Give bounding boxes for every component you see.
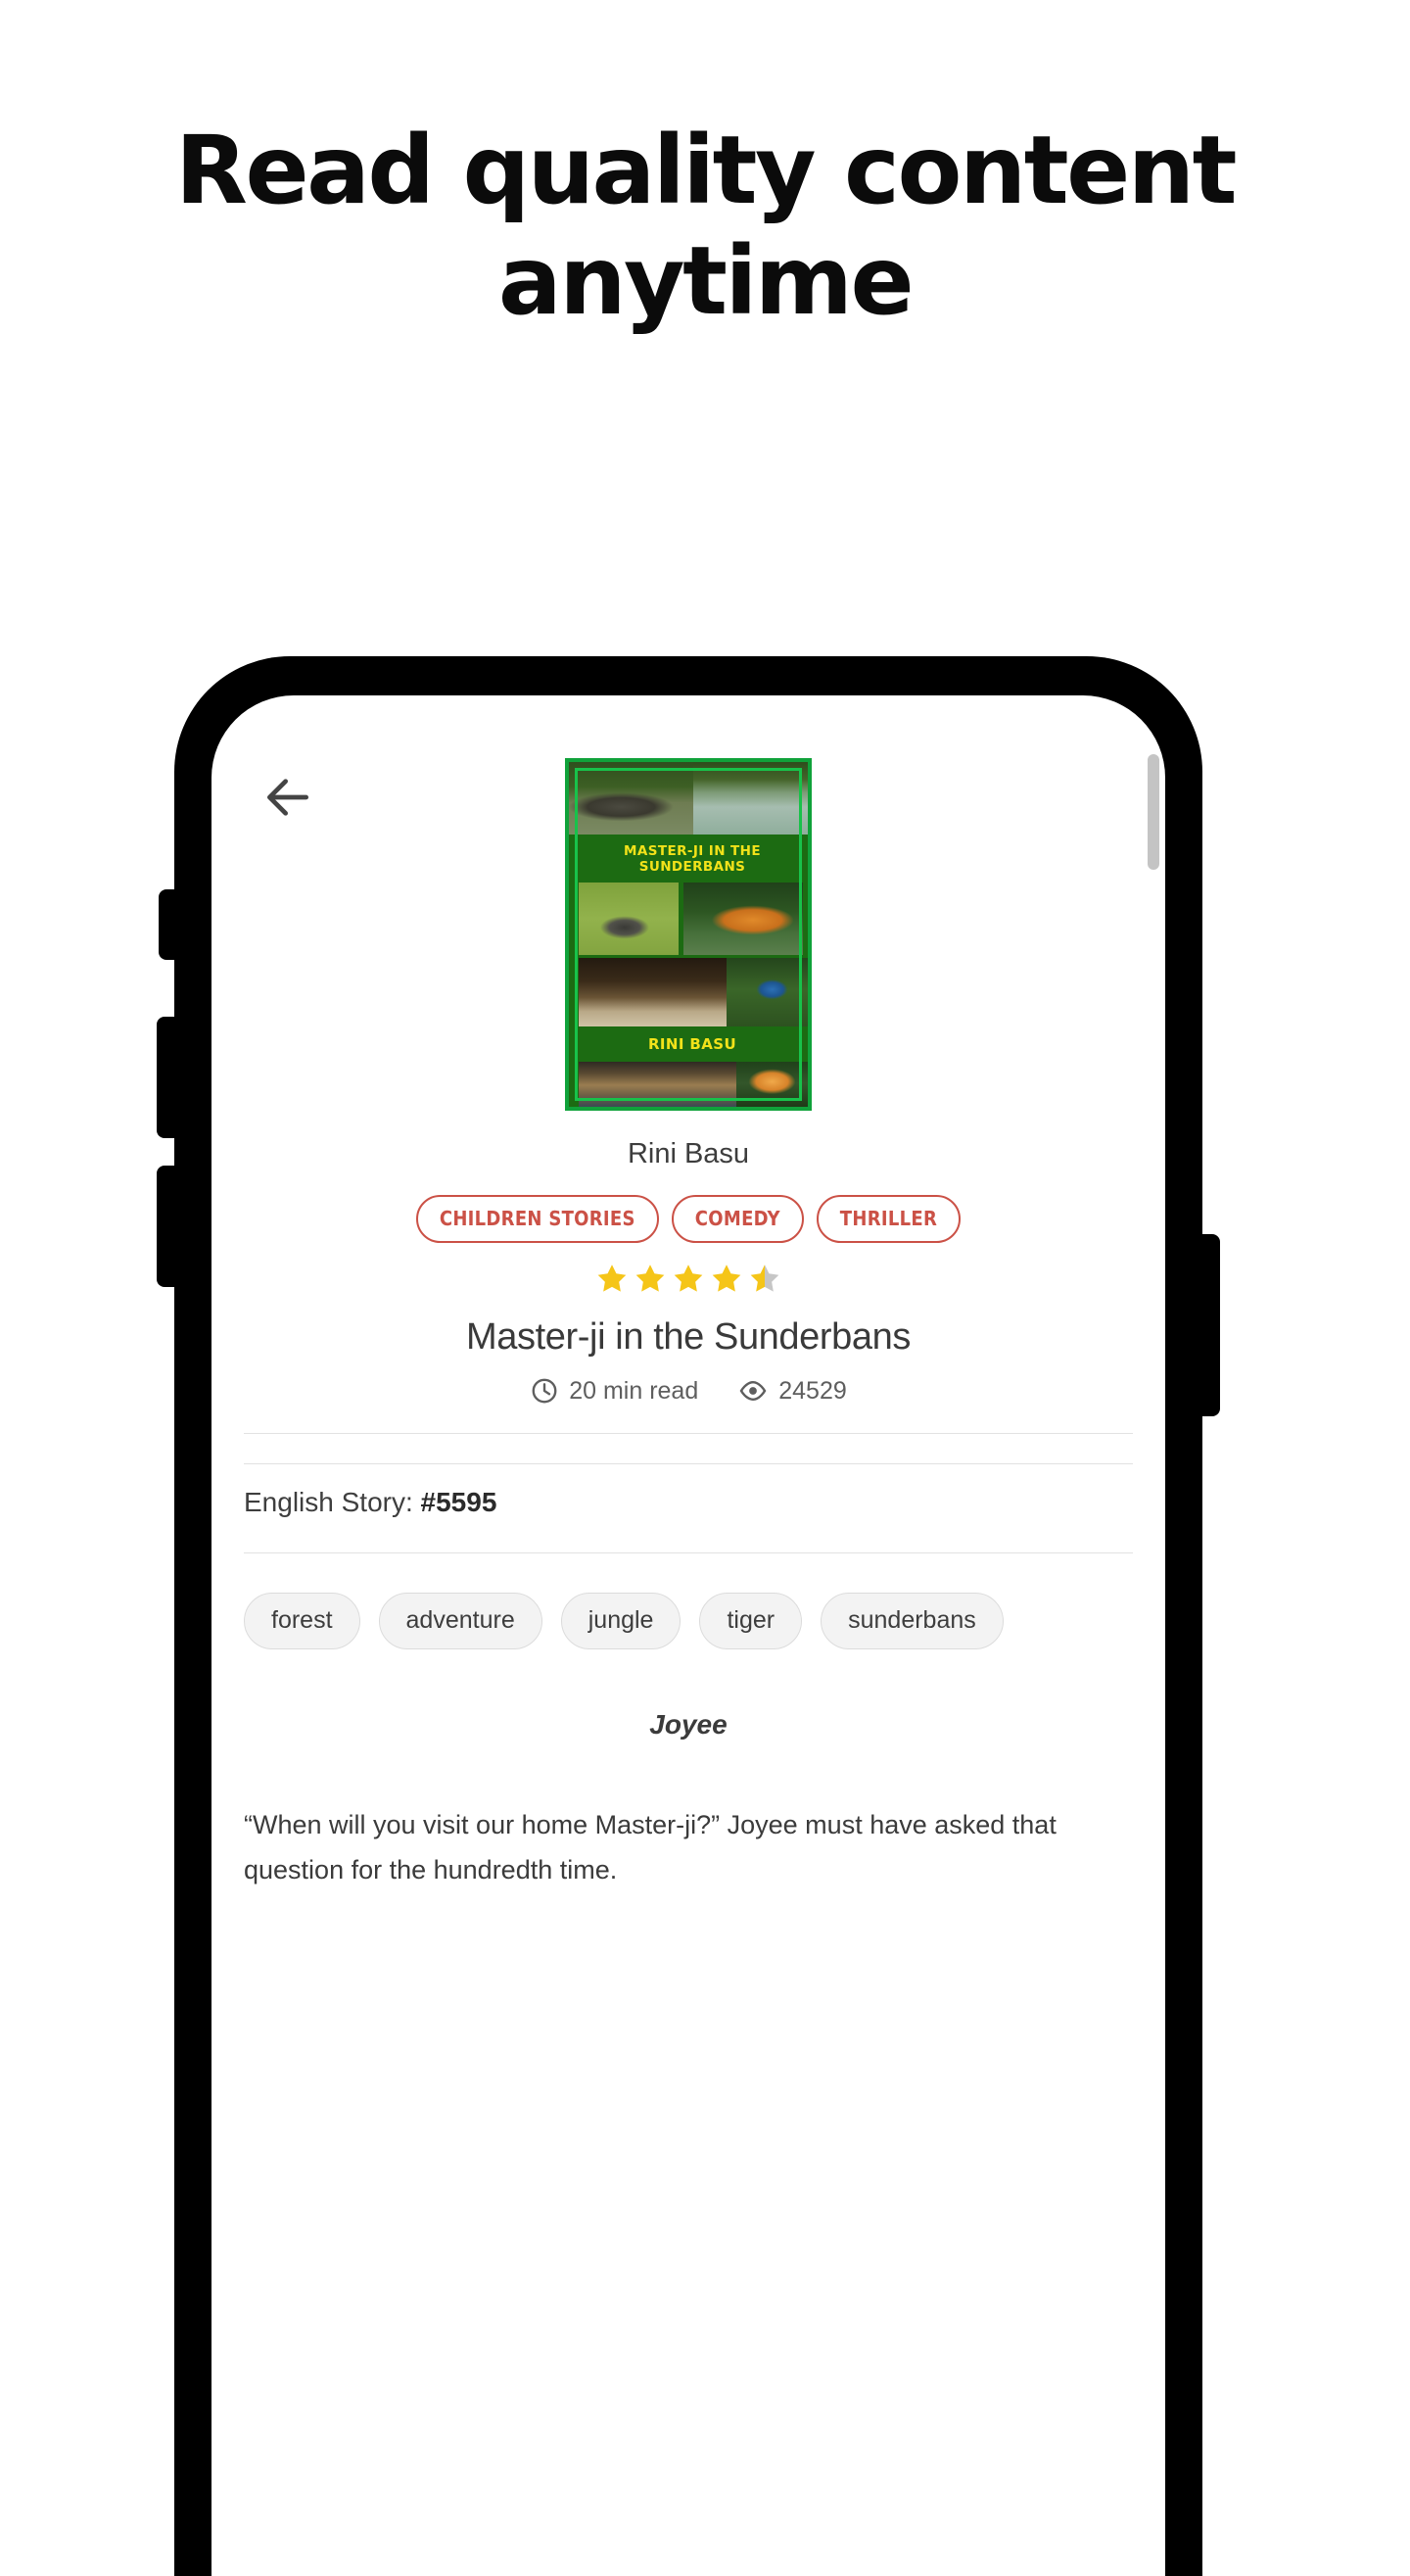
story-paragraph: “When will you visit our home Master-ji?… [244,1810,1057,1885]
back-arrow-icon [267,779,308,816]
book-cover-art: MASTER-JI IN THE SUNDERBANS RINI BASU [565,758,812,1111]
cover-photo-row-1 [569,762,808,835]
genre-chip-comedy[interactable]: COMEDY [671,1195,804,1243]
mangrove-roots-photo [578,1062,736,1107]
story-speaker-name: Joyee [649,1709,728,1740]
eye-icon [739,1380,767,1402]
story-id-value: #5595 [420,1487,497,1517]
author-name[interactable]: Rini Basu [212,1138,1165,1170]
tag-chip-list: forest adventure jungle tiger sunderbans [244,1593,1165,1649]
tiger-leaping-photo [683,882,804,955]
volume-up-button[interactable] [157,1017,176,1138]
cover-photo-row-4 [569,1062,808,1107]
views-count: 24529 [778,1376,847,1405]
story-title: Master-ji in the Sunderbans [466,1316,911,1358]
tag-chip-sunderbans[interactable]: sunderbans [821,1593,1004,1649]
star-full-icon [674,1264,703,1292]
earpiece-speaker [541,713,835,722]
deer-photo [578,957,728,1027]
story-stats: 20 min read 24529 [212,1375,1165,1407]
phone-screen: MASTER-JI IN THE SUNDERBANS RINI BASU Ri… [212,695,1165,2576]
genre-chip-thriller[interactable]: THRILLER [816,1195,962,1243]
cover-photo-row-3 [569,957,808,1027]
star-full-icon [597,1264,627,1292]
phone-body: MASTER-JI IN THE SUNDERBANS RINI BASU Ri… [157,656,1220,2576]
tag-chip-jungle[interactable]: jungle [560,1593,682,1649]
cover-author-text: RINI BASU [647,1035,737,1054]
views-stat: 24529 [737,1375,847,1407]
genre-chip-children-stories[interactable]: CHILDREN STORIES [415,1195,659,1243]
kingfisher-photo [727,957,808,1027]
cover-title-text: MASTER-JI IN THE SUNDERBANS [624,842,761,875]
read-time-label: 20 min read [569,1376,699,1405]
language-story-id: English Story: #5595 [244,1487,496,1518]
rating-stars[interactable] [212,1262,1165,1297]
divider-second [244,1463,1133,1464]
scrollbar-thumb[interactable] [1148,754,1159,870]
language-label: English Story: [244,1487,413,1517]
promo-headline: Read quality content anytime [175,116,1237,337]
clock-icon [532,1378,557,1404]
crocodile-photo [569,762,693,835]
phone-mockup: MASTER-JI IN THE SUNDERBANS RINI BASU Ri… [157,656,1240,2576]
mangrove-river-photo [692,762,808,835]
snake-photo [578,882,680,955]
genre-chip-list: CHILDREN STORIES COMEDY THRILLER [212,1195,1165,1243]
cover-photo-row-2 [569,882,808,955]
silent-switch[interactable] [159,889,176,960]
back-button[interactable] [260,770,315,825]
book-cover[interactable]: MASTER-JI IN THE SUNDERBANS RINI BASU [565,758,812,1111]
tag-chip-adventure[interactable]: adventure [378,1593,542,1649]
star-half-icon [750,1264,779,1292]
volume-down-button[interactable] [157,1166,176,1287]
divider-third [244,1552,1133,1553]
power-button[interactable] [1200,1234,1220,1416]
star-full-icon [712,1264,741,1292]
divider-top [244,1433,1133,1434]
app-content: MASTER-JI IN THE SUNDERBANS RINI BASU Ri… [212,695,1165,2576]
star-full-icon [635,1264,665,1292]
tag-chip-forest[interactable]: forest [244,1593,360,1649]
tiger-face-photo [735,1062,808,1107]
read-time-stat: 20 min read [530,1376,698,1406]
tag-chip-tiger[interactable]: tiger [699,1593,803,1649]
scrollbar[interactable] [1148,754,1159,2576]
